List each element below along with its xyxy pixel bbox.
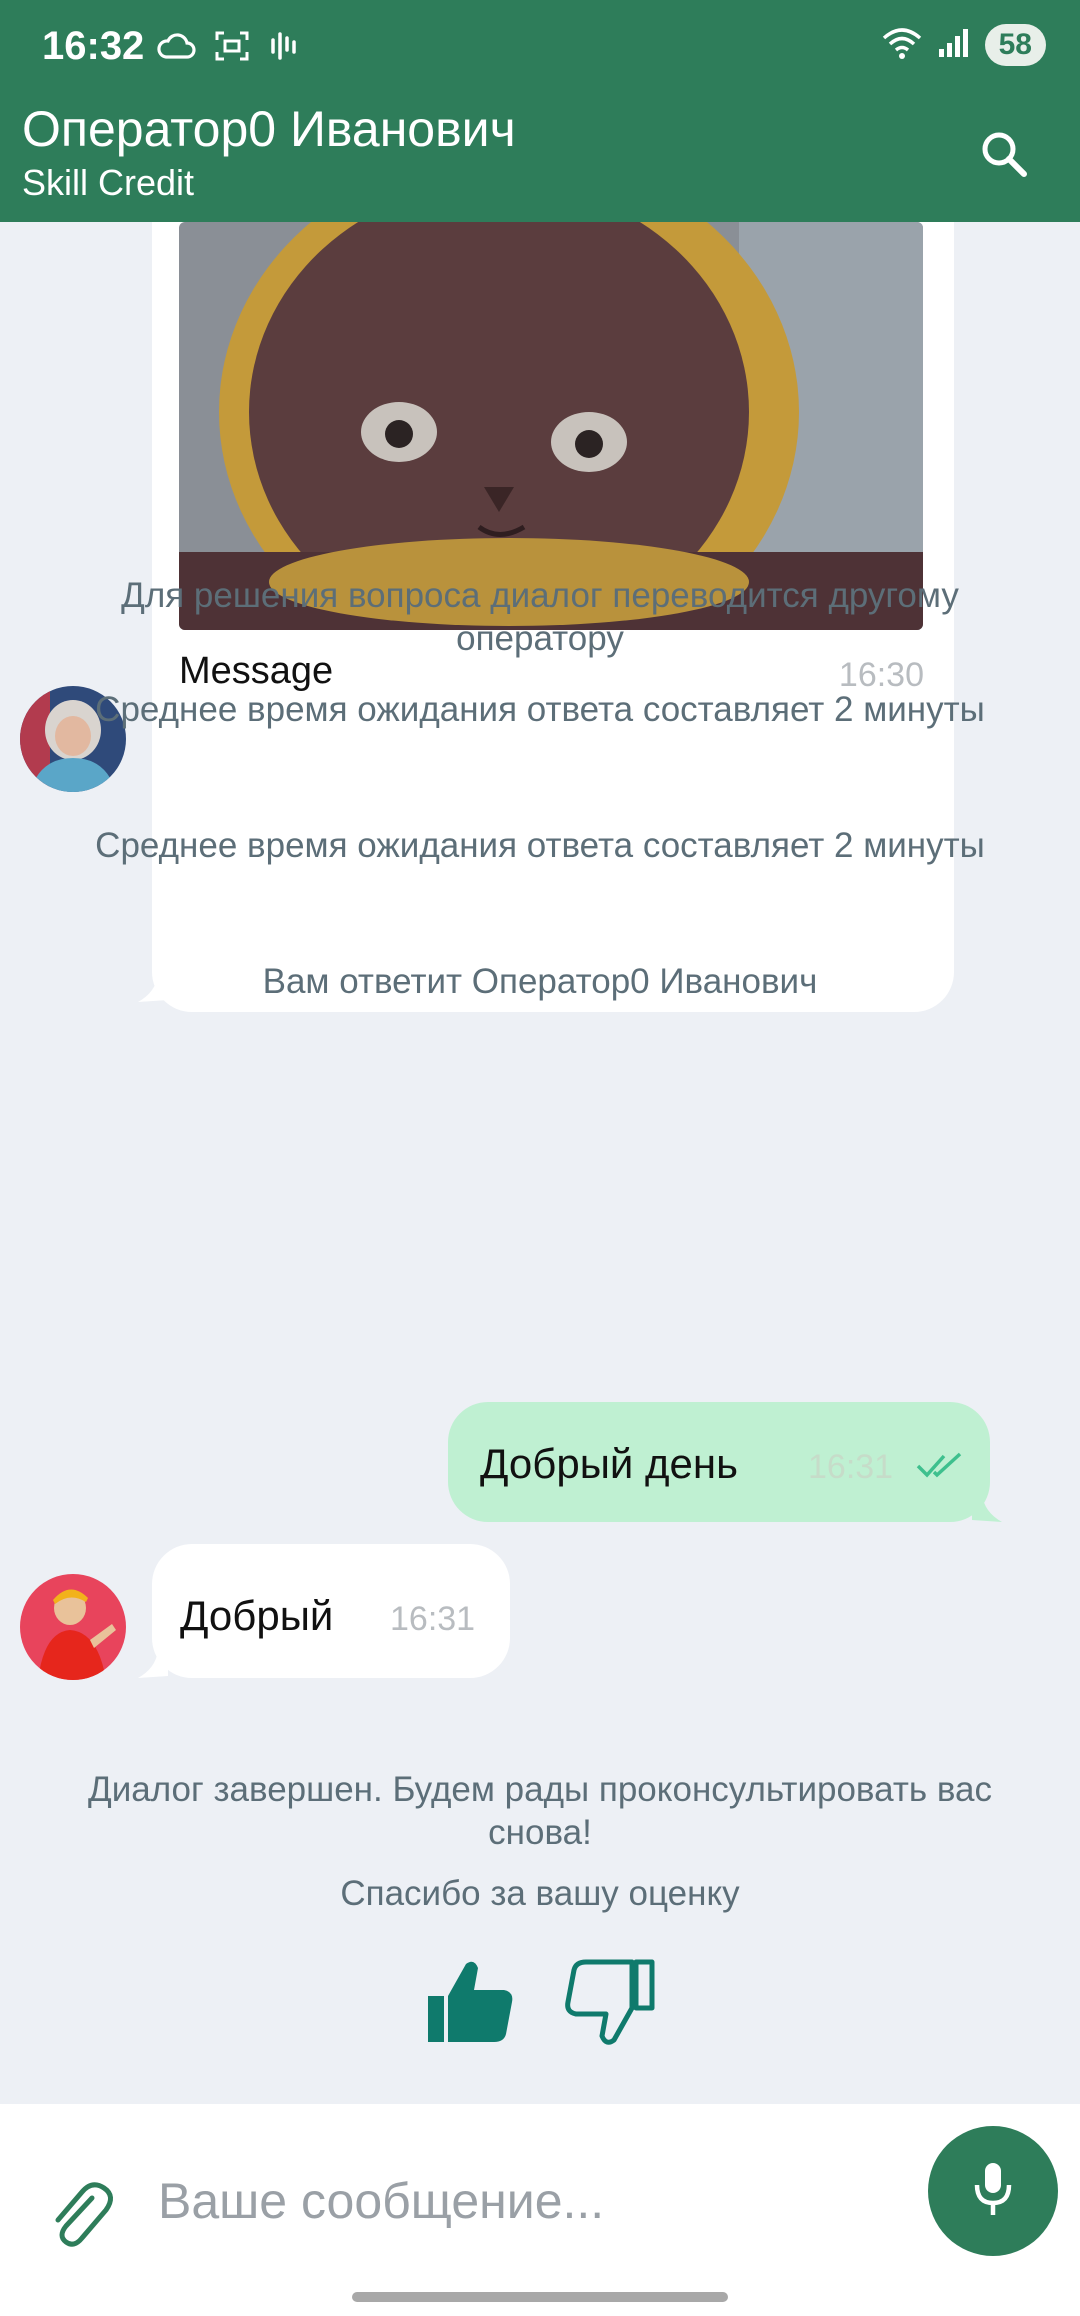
search-icon <box>979 129 1029 184</box>
screenshot-icon <box>214 30 250 67</box>
status-right-icons: 58 <box>881 24 1046 66</box>
message-time: 16:31 <box>808 1448 894 1486</box>
status-left-icons <box>156 30 300 67</box>
outgoing-message-bubble[interactable]: Добрый день 16:31 <box>448 1402 990 1522</box>
paperclip-icon <box>46 2182 116 2260</box>
system-message: Диалог завершен. Будем рады проконсульти… <box>87 1770 992 1852</box>
thumbs-up-icon <box>420 1961 520 2056</box>
bubble-tail <box>972 1494 1002 1522</box>
search-button[interactable] <box>968 120 1040 192</box>
system-message: Среднее время ожидания ответа составляет… <box>95 690 985 729</box>
soundwave-icon <box>268 30 300 67</box>
incoming-message-bubble[interactable]: Добрый 16:31 <box>152 1544 510 1678</box>
system-message: Среднее время ожидания ответа составляет… <box>95 826 985 865</box>
signal-icon <box>937 27 971 64</box>
status-bar: 16:32 58 <box>0 0 1080 98</box>
chat-subtitle: Skill Credit <box>22 162 195 203</box>
operator-avatar[interactable] <box>20 1574 126 1680</box>
microphone-icon <box>968 2159 1018 2224</box>
voice-record-button[interactable] <box>928 2126 1058 2256</box>
message-time: 16:31 <box>390 1600 476 1638</box>
message-text: Добрый день <box>480 1440 738 1487</box>
chat-area[interactable]: Message 16:30 Для решения вопроса диалог… <box>0 222 1080 2104</box>
rating-row <box>0 1952 1080 2062</box>
system-message: Спасибо за вашу оценку <box>340 1874 740 1913</box>
bubble-tail <box>138 1650 168 1678</box>
message-input[interactable] <box>158 2166 898 2236</box>
battery-indicator: 58 <box>984 24 1046 66</box>
system-message: Для решения вопроса диалог переводится д… <box>121 576 959 658</box>
home-indicator[interactable] <box>352 2292 728 2302</box>
wifi-icon <box>881 26 923 65</box>
message-composer <box>0 2104 1080 2316</box>
thumbs-down-icon <box>560 1959 660 2056</box>
message-text: Добрый <box>180 1592 334 1639</box>
chat-title: Оператор0 Иванович <box>22 101 516 157</box>
read-checkmarks-icon <box>916 1450 966 1485</box>
thumbs-up-button[interactable] <box>420 1952 520 2062</box>
thumbs-down-button[interactable] <box>560 1952 660 2062</box>
attach-button[interactable] <box>46 2176 116 2256</box>
status-time: 16:32 <box>42 24 145 68</box>
app-bar: Оператор0 Иванович Skill Credit <box>0 98 1080 222</box>
cloud-icon <box>156 32 196 65</box>
system-message: Вам ответит Оператор0 Иванович <box>262 962 818 1001</box>
message-photo[interactable] <box>179 222 923 630</box>
